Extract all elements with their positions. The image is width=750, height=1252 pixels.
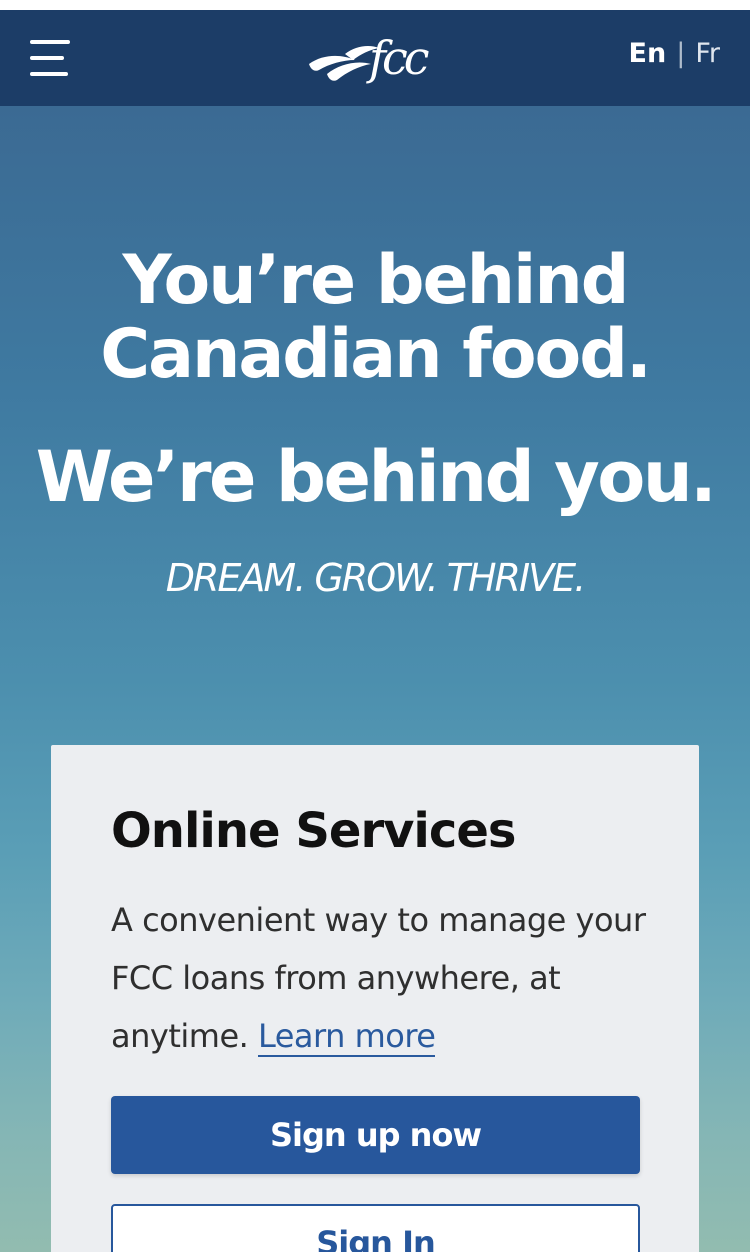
svg-text:fcc: fcc	[366, 31, 429, 85]
lang-en-link[interactable]: En	[629, 38, 667, 69]
learn-more-link[interactable]: Learn more	[257, 1017, 436, 1057]
sign-in-button[interactable]: Sign In	[111, 1204, 640, 1252]
site-header: fcc En | Fr	[0, 10, 750, 106]
fcc-logo-icon: fcc	[309, 31, 433, 85]
hamburger-menu-icon[interactable]	[30, 40, 70, 76]
hero-subheadline: We’re behind you.	[35, 436, 717, 518]
language-switcher: En | Fr	[629, 37, 720, 69]
online-services-title: Online Services	[111, 803, 516, 859]
fcc-logo[interactable]: fcc	[305, 24, 445, 90]
sign-up-button[interactable]: Sign up now	[111, 1096, 640, 1174]
hero-section: You’re behind Canadian food. We’re behin…	[0, 106, 750, 1252]
lang-fr-link[interactable]: Fr	[695, 38, 720, 69]
hero-headline: You’re behind Canadian food.	[0, 244, 750, 392]
online-services-card: Online Services A convenient way to mana…	[51, 745, 699, 1252]
hero-tagline: DREAM. GROW. THRIVE.	[165, 556, 587, 600]
headline-line-1: You’re behind	[122, 241, 630, 320]
online-services-description: A convenient way to manage your FCC loan…	[111, 891, 651, 1065]
top-strip	[0, 0, 750, 10]
headline-line-2: Canadian food.	[100, 315, 652, 394]
lang-separator: |	[676, 37, 686, 69]
